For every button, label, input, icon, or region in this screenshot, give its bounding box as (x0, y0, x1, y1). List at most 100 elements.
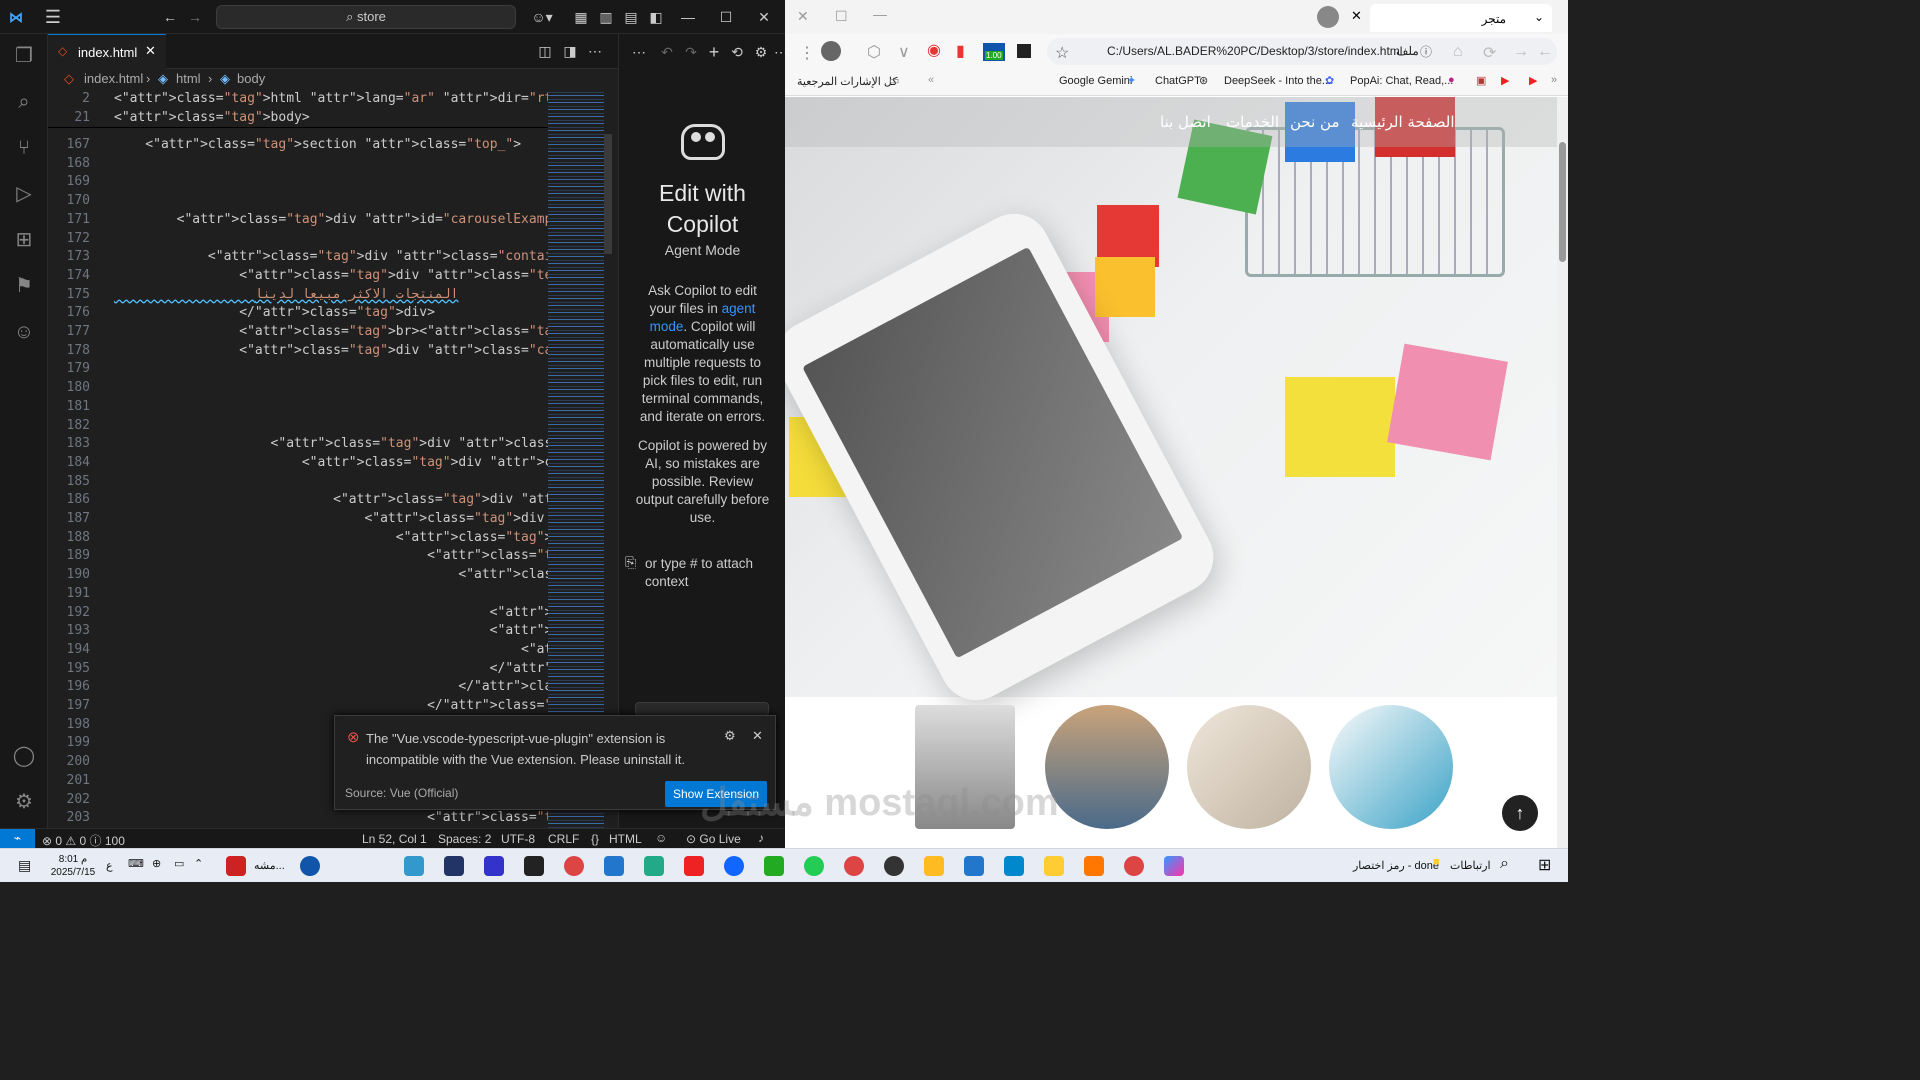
go-live-button[interactable]: ⊙ Go Live (686, 832, 741, 846)
forward-arrow-icon[interactable]: → (1513, 43, 1529, 61)
search-icon[interactable]: ⌕ (8, 86, 40, 118)
youtube-icon[interactable] (684, 856, 704, 876)
history-icon[interactable]: ⟲ (727, 42, 747, 62)
open-preview-icon[interactable]: ◫ (535, 41, 555, 61)
store-icon[interactable] (1004, 856, 1024, 876)
chevron-icon[interactable]: « (928, 74, 934, 86)
language-mode[interactable]: HTML (609, 832, 642, 846)
menu-icon[interactable]: ☰ (43, 7, 63, 27)
folder-icon[interactable] (1044, 856, 1064, 876)
bookmark-icon[interactable]: ▣ (1476, 74, 1486, 87)
notification-icon[interactable]: ▤ (18, 857, 31, 874)
taskbar-item-label[interactable]: مشه... (254, 859, 285, 872)
copilot-icon[interactable] (1164, 856, 1184, 876)
chrome-icon[interactable] (564, 856, 584, 876)
bookmark-popai[interactable]: PopAi: Chat, Read,... (1350, 75, 1453, 87)
explorer-icon[interactable]: ❐ (8, 40, 40, 72)
bookmark-chatgpt[interactable]: ChatGPT (1155, 75, 1201, 87)
product-fashion-image[interactable] (1045, 705, 1169, 829)
tab-close-icon[interactable]: ✕ (1351, 8, 1362, 24)
run-debug-icon[interactable]: ▷ (8, 178, 40, 210)
indentation[interactable]: Spaces: 2 (438, 832, 491, 846)
remote-icon[interactable]: ⌁ (0, 829, 35, 849)
mail-icon[interactable] (484, 856, 504, 876)
favorite-star-icon[interactable]: ☆ (1055, 43, 1069, 63)
network-icon[interactable]: ⊕ (152, 857, 161, 870)
nav-about[interactable]: من نحن (1290, 113, 1340, 131)
home-icon[interactable]: ⌂ (1453, 43, 1463, 61)
toggle-secondary-sidebar-icon[interactable]: ◧ (646, 7, 666, 27)
facebook-icon[interactable] (724, 856, 744, 876)
back-arrow-icon[interactable]: ← (1537, 43, 1553, 61)
copilot-chat-icon[interactable]: ☺ (8, 316, 40, 348)
vpn-icon[interactable]: ∨ (898, 42, 910, 62)
settings-gear-icon[interactable]: ⚙ (751, 42, 771, 62)
battery-icon[interactable]: ▭ (174, 857, 184, 870)
windows-start-icon[interactable]: ⊞ (1538, 855, 1551, 875)
source-control-icon[interactable]: ⑂ (8, 132, 40, 164)
maximize-icon[interactable]: ☐ (716, 7, 736, 27)
xampp-icon[interactable] (1084, 856, 1104, 876)
split-editor-icon[interactable]: ◨ (560, 41, 580, 61)
search-icon[interactable]: ⌕ (1500, 855, 1509, 873)
more-icon[interactable]: » (1551, 74, 1557, 86)
audio-icon[interactable]: ▮ (956, 41, 965, 61)
layout-customize-icon[interactable]: ▦ (571, 7, 591, 27)
chat-input[interactable] (635, 702, 769, 716)
tab-index-html[interactable]: ◇ index.html ✕ (48, 34, 166, 69)
line-endings[interactable]: CRLF (548, 832, 579, 846)
copilot-status-icon[interactable]: ☺ (655, 831, 667, 845)
problems-indicator[interactable]: ⊗ 0 ⚠ 0 ⓘ 100 (42, 832, 125, 849)
toggle-sidebar-icon[interactable]: ▥ (596, 7, 616, 27)
clock[interactable]: 8:01 م 2025/7/15 (48, 853, 98, 879)
chrome-icon[interactable] (844, 856, 864, 876)
breadcrumb-html[interactable]: html (176, 71, 201, 86)
scrollbar-thumb[interactable] (1559, 142, 1566, 262)
editor-scrollbar[interactable] (604, 134, 612, 254)
app-icon[interactable] (924, 856, 944, 876)
more-actions-icon[interactable]: ⋯ (585, 41, 605, 61)
nav-services[interactable]: الخدمات (1226, 113, 1279, 131)
nav-home[interactable]: الصفحة الرئيسية (1351, 113, 1455, 131)
bookmark-icon[interactable]: ⚑ (8, 270, 40, 302)
terminal-icon[interactable] (444, 856, 464, 876)
browser-tab[interactable]: متجر ⌄ (1370, 4, 1552, 32)
extensions-icon[interactable]: ⊞ (8, 224, 40, 256)
links-toolbar[interactable]: ارتباطات (1450, 859, 1491, 872)
extensions-icon[interactable]: ⬡ (867, 42, 881, 62)
product-watch-image[interactable] (1187, 705, 1311, 829)
close-icon[interactable]: ✕ (754, 7, 774, 27)
forward-arrow-icon[interactable]: → (185, 7, 205, 27)
help-icon[interactable] (300, 856, 320, 876)
command-center-search[interactable]: ⌕ store (216, 5, 516, 29)
new-chat-icon[interactable]: + (704, 42, 724, 62)
breadcrumb-file[interactable]: index.html (84, 71, 143, 86)
bookmark-gemini[interactable]: Google Gemini (1059, 75, 1132, 87)
app-icon[interactable] (524, 856, 544, 876)
settings-gear-icon[interactable]: ⚙ (8, 786, 40, 818)
keyboard-icon[interactable]: ⌨ (128, 857, 144, 870)
maximize-icon[interactable]: ☐ (835, 8, 848, 25)
back-arrow-icon[interactable]: ← (160, 7, 180, 27)
close-icon[interactable]: ✕ (752, 728, 763, 744)
whatsapp-icon[interactable] (804, 856, 824, 876)
product-toys-image[interactable] (1329, 705, 1453, 829)
breadcrumb-body[interactable]: body (237, 71, 265, 86)
nav-contact[interactable]: اتصل بنا (1160, 113, 1211, 131)
extension-icon[interactable] (821, 41, 841, 61)
youtube-icon[interactable]: ▶ (1501, 74, 1509, 87)
profile-avatar[interactable] (1317, 6, 1339, 28)
more-actions-icon[interactable]: ⋮ (799, 43, 815, 63)
app-icon[interactable] (404, 856, 424, 876)
encoding[interactable]: UTF-8 (501, 832, 535, 846)
chrome-icon[interactable] (1124, 856, 1144, 876)
notifications-icon[interactable]: ♪ (758, 831, 764, 845)
refresh-icon[interactable]: ⟳ (1483, 43, 1496, 63)
speed-badge[interactable]: 1.00 (983, 43, 1005, 61)
record-icon[interactable]: ◉ (927, 40, 941, 60)
undo-icon[interactable]: ↶ (657, 42, 677, 62)
cloud-icon[interactable] (644, 856, 664, 876)
chevron-down-icon[interactable]: ⌄ (1534, 10, 1544, 24)
toggle-panel-icon[interactable]: ▤ (621, 7, 641, 27)
chevron-up-icon[interactable]: ⌃ (194, 857, 203, 870)
